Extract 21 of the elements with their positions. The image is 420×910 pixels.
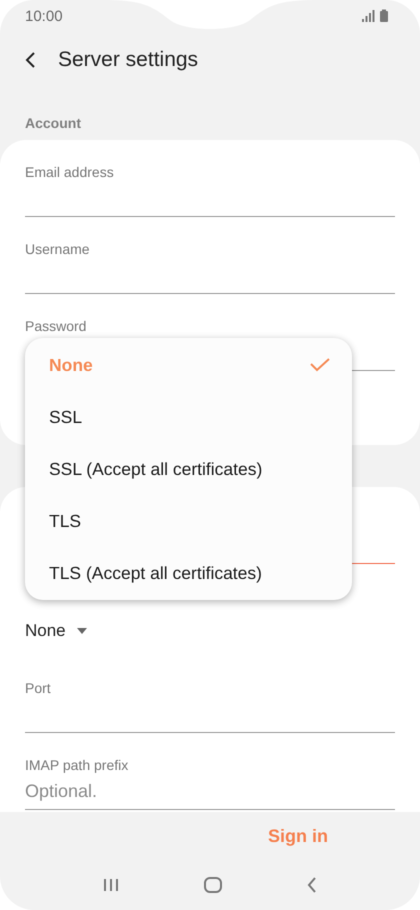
security-type-dropdown[interactable]: None (25, 616, 88, 646)
menu-option[interactable]: SSL (25, 391, 352, 443)
section-title: Account (24, 114, 82, 133)
back-icon[interactable] (307, 877, 318, 893)
menu-option[interactable]: TLS (Accept all certificates) (25, 547, 352, 599)
home-icon[interactable] (204, 877, 222, 893)
check-icon (310, 358, 330, 372)
menu-option[interactable]: SSL (Accept all certificates) (25, 443, 352, 495)
input-field[interactable]: Optional. (25, 774, 395, 810)
dropdown-triangle-icon (76, 627, 88, 635)
signal-battery-icon (362, 9, 390, 23)
screen-title: Server settings (58, 48, 198, 72)
status-time: 10:00 (25, 8, 63, 24)
field-label: IMAP path prefix (25, 757, 130, 774)
field-label: Password (25, 318, 88, 335)
chevron-left-icon (24, 51, 36, 69)
recent-apps-icon[interactable] (102, 878, 119, 892)
field-label: Port (25, 680, 52, 697)
field-label: Username (25, 241, 91, 258)
menu-option[interactable]: TLS (25, 495, 352, 547)
field-label: Email address (25, 164, 115, 181)
